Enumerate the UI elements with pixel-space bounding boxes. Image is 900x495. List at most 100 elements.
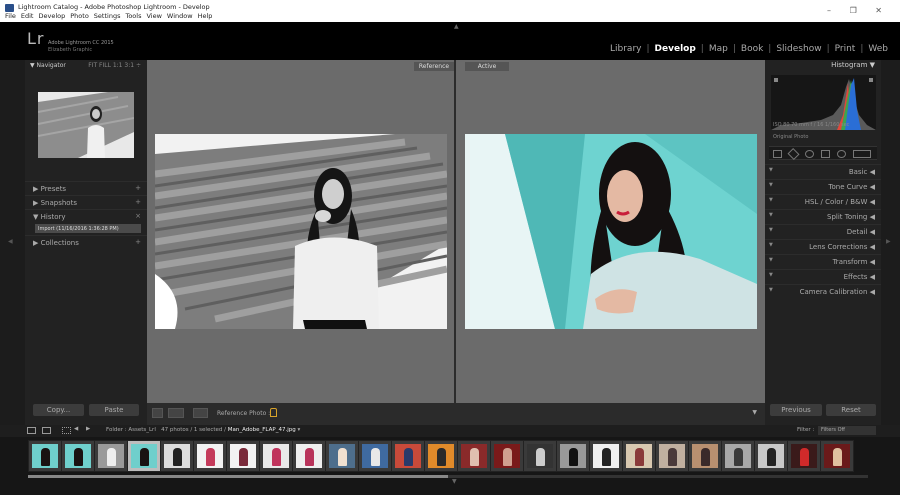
module-library[interactable]: Library [610, 44, 641, 54]
filmstrip-thumbnail[interactable] [490, 440, 524, 472]
forward-arrow-icon[interactable]: ▶ [86, 426, 90, 432]
snapshots-section[interactable]: ▶ Snapshots + [25, 195, 147, 209]
loupe-view-button[interactable] [152, 408, 163, 418]
panel-switch-icon[interactable]: ▼ [769, 227, 773, 233]
collapse-right-icon[interactable]: ▶ [886, 238, 891, 245]
filmstrip-thumbnail[interactable] [787, 440, 821, 472]
panel-switch-icon[interactable]: ▼ [769, 197, 773, 203]
panel-hsl-color-b-w[interactable]: ▼ HSL / Color / B&W ◀ [765, 194, 881, 208]
menu-tools[interactable]: Tools [125, 12, 141, 20]
filmstrip-path[interactable]: Folder : Assets_Lrl 47 photos / 1 select… [106, 427, 300, 433]
menu-file[interactable]: File [5, 12, 16, 20]
panel-switch-icon[interactable]: ▼ [769, 287, 773, 293]
filmstrip-thumbnail[interactable] [688, 440, 722, 472]
navigator-zoom-options[interactable]: FIT FILL 1:1 3:1 ÷ [88, 62, 141, 69]
red-eye-icon[interactable] [805, 150, 814, 158]
module-print[interactable]: Print [835, 44, 856, 54]
radial-filter-icon[interactable] [837, 150, 846, 158]
filmstrip-thumbnail[interactable] [28, 440, 62, 472]
graduated-filter-icon[interactable] [821, 150, 830, 158]
previous-button[interactable]: Previous [770, 404, 822, 416]
paste-button[interactable]: Paste [89, 404, 139, 416]
navigator-header[interactable]: ▼ Navigator FIT FILL 1:1 3:1 ÷ [25, 60, 147, 72]
panel-transform[interactable]: ▼ Transform ◀ [765, 254, 881, 268]
filmstrip-thumbnail[interactable] [424, 440, 458, 472]
filmstrip-thumbnail[interactable] [292, 440, 326, 472]
panel-switch-icon[interactable]: ▼ [769, 212, 773, 218]
reference-photo[interactable] [155, 134, 447, 329]
add-snapshot-icon[interactable]: + [135, 198, 141, 206]
filmstrip-thumbnail[interactable] [754, 440, 788, 472]
filmstrip-thumbnail[interactable] [556, 440, 590, 472]
grid-view-icon[interactable] [62, 427, 71, 434]
menu-view[interactable]: View [146, 12, 161, 20]
filmstrip-thumbnail[interactable] [259, 440, 293, 472]
filmstrip-thumbnail[interactable] [622, 440, 656, 472]
reset-button[interactable]: Reset [826, 404, 876, 416]
module-develop[interactable]: Develop [655, 44, 696, 54]
collections-section[interactable]: ▶ Collections + [25, 235, 147, 249]
filmstrip-thumbnail[interactable] [94, 440, 128, 472]
menu-help[interactable]: Help [198, 12, 213, 20]
spot-removal-icon[interactable] [787, 147, 800, 161]
filmstrip-thumbnail[interactable] [523, 440, 557, 472]
history-item[interactable]: Import (11/16/2016 1:36:28 PM) [35, 224, 141, 233]
module-map[interactable]: Map [709, 44, 728, 54]
filmstrip-thumbnail[interactable] [820, 440, 854, 472]
filter-dropdown[interactable]: Filters Off [818, 426, 876, 435]
primary-display-icon[interactable] [27, 427, 36, 434]
menu-window[interactable]: Window [167, 12, 193, 20]
filmstrip-thumbnail[interactable] [226, 440, 260, 472]
panel-detail[interactable]: ▼ Detail ◀ [765, 224, 881, 238]
filmstrip-thumbnail[interactable] [325, 440, 359, 472]
reference-view-button[interactable] [193, 408, 208, 418]
panel-lens-corrections[interactable]: ▼ Lens Corrections ◀ [765, 239, 881, 253]
module-book[interactable]: Book [741, 44, 763, 54]
crop-icon[interactable] [773, 150, 782, 158]
back-arrow-icon[interactable]: ◀ [74, 426, 78, 432]
panel-switch-icon[interactable]: ▼ [769, 272, 773, 278]
module-slideshow[interactable]: Slideshow [776, 44, 821, 54]
filmstrip-thumbnail[interactable] [589, 440, 623, 472]
toolbar-options-icon[interactable]: ▼ [752, 409, 757, 416]
collapse-filmstrip-icon[interactable]: ▼ [452, 478, 457, 485]
before-after-button[interactable] [168, 408, 184, 418]
histogram-header[interactable]: Histogram ▼ [765, 61, 881, 72]
filmstrip-scroll-thumb[interactable] [28, 475, 448, 478]
panel-switch-icon[interactable]: ▼ [769, 257, 773, 263]
menu-develop[interactable]: Develop [38, 12, 65, 20]
add-preset-icon[interactable]: + [135, 184, 141, 192]
panel-switch-icon[interactable]: ▼ [769, 167, 773, 173]
window-controls[interactable]: – ❐ ✕ [827, 6, 890, 15]
collapse-top-panel-icon[interactable]: ▲ [454, 23, 459, 30]
menu-edit[interactable]: Edit [21, 12, 34, 20]
copy-button[interactable]: Copy... [33, 404, 84, 416]
filmstrip-thumbnail[interactable] [358, 440, 392, 472]
panel-tone-curve[interactable]: ▼ Tone Curve ◀ [765, 179, 881, 193]
filmstrip-thumbnail[interactable] [61, 440, 95, 472]
history-section[interactable]: ▼ History × [25, 209, 147, 223]
filmstrip-thumbnail[interactable] [160, 440, 194, 472]
menu-photo[interactable]: Photo [70, 12, 89, 20]
panel-basic[interactable]: ▼ Basic ◀ [765, 164, 881, 178]
clear-history-icon[interactable]: × [135, 212, 141, 220]
filmstrip-thumbnail[interactable] [127, 440, 161, 472]
navigator-preview[interactable] [38, 92, 134, 158]
module-web[interactable]: Web [868, 44, 888, 54]
panel-effects[interactable]: ▼ Effects ◀ [765, 269, 881, 283]
filmstrip-thumbnail[interactable] [391, 440, 425, 472]
panel-switch-icon[interactable]: ▼ [769, 242, 773, 248]
panel-camera-calibration[interactable]: ▼ Camera Calibration ◀ [765, 284, 881, 298]
adjustment-brush-icon[interactable] [853, 150, 871, 158]
filmstrip-thumbnail[interactable] [721, 440, 755, 472]
panel-split-toning[interactable]: ▼ Split Toning ◀ [765, 209, 881, 223]
left-panel-edge[interactable]: ◀ [0, 60, 25, 425]
active-photo[interactable] [465, 134, 757, 329]
panel-switch-icon[interactable]: ▼ [769, 182, 773, 188]
collapse-left-icon[interactable]: ◀ [8, 238, 13, 245]
lock-icon[interactable] [270, 408, 277, 417]
add-collection-icon[interactable]: + [135, 238, 141, 246]
secondary-display-icon[interactable] [42, 427, 51, 434]
right-panel-edge[interactable]: ▶ [881, 60, 900, 425]
presets-section[interactable]: ▶ Presets + [25, 181, 147, 195]
